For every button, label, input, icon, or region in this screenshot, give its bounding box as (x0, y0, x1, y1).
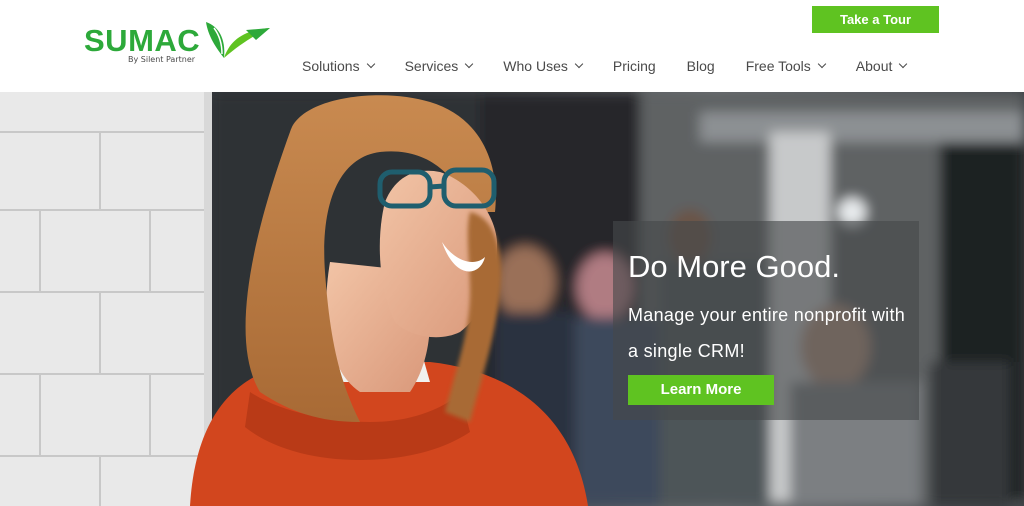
nav-label: Who Uses (503, 58, 568, 74)
chevron-down-icon (366, 59, 375, 69)
hero-message-box: Do More Good. Manage your entire nonprof… (613, 221, 919, 420)
nav-label: Blog (686, 58, 715, 74)
leaf-logo-icon (206, 22, 270, 58)
sumac-logo[interactable]: SUMAC By Silent Partner (84, 18, 274, 70)
hero-subline: Manage your entire nonprofit with a sing… (628, 305, 906, 361)
take-a-tour-button[interactable]: Take a Tour (812, 6, 939, 33)
nav-label: About (855, 58, 893, 74)
chevron-down-icon (465, 59, 474, 69)
logo-tagline: By Silent Partner (128, 55, 196, 64)
nav-item-blog[interactable]: Blog (687, 58, 715, 74)
nav-item-solutions[interactable]: Solutions (302, 58, 375, 74)
nav-label: Services (404, 58, 459, 74)
site-header: SUMAC By Silent Partner Take a Tour Solu… (0, 0, 1024, 92)
nav-label: Pricing (612, 58, 656, 74)
main-nav: Solutions Services Who Uses Pricing Blog… (302, 56, 908, 76)
nav-item-who-uses[interactable]: Who Uses (503, 58, 584, 74)
learn-more-button[interactable]: Learn More (628, 375, 774, 405)
nav-item-services[interactable]: Services (404, 58, 474, 74)
nav-item-about[interactable]: About (855, 58, 908, 74)
chevron-down-icon (899, 59, 908, 69)
hero-headline: Do More Good. (628, 249, 840, 284)
nav-item-free-tools[interactable]: Free Tools (745, 58, 827, 74)
logo-wordmark: SUMAC (84, 23, 201, 58)
hero-banner: Do More Good. Manage your entire nonprof… (0, 92, 1024, 506)
nav-label: Free Tools (745, 58, 811, 74)
chevron-down-icon (817, 59, 827, 69)
chevron-down-icon (574, 59, 584, 69)
nav-item-pricing[interactable]: Pricing (613, 58, 656, 74)
nav-label: Solutions (302, 58, 360, 74)
